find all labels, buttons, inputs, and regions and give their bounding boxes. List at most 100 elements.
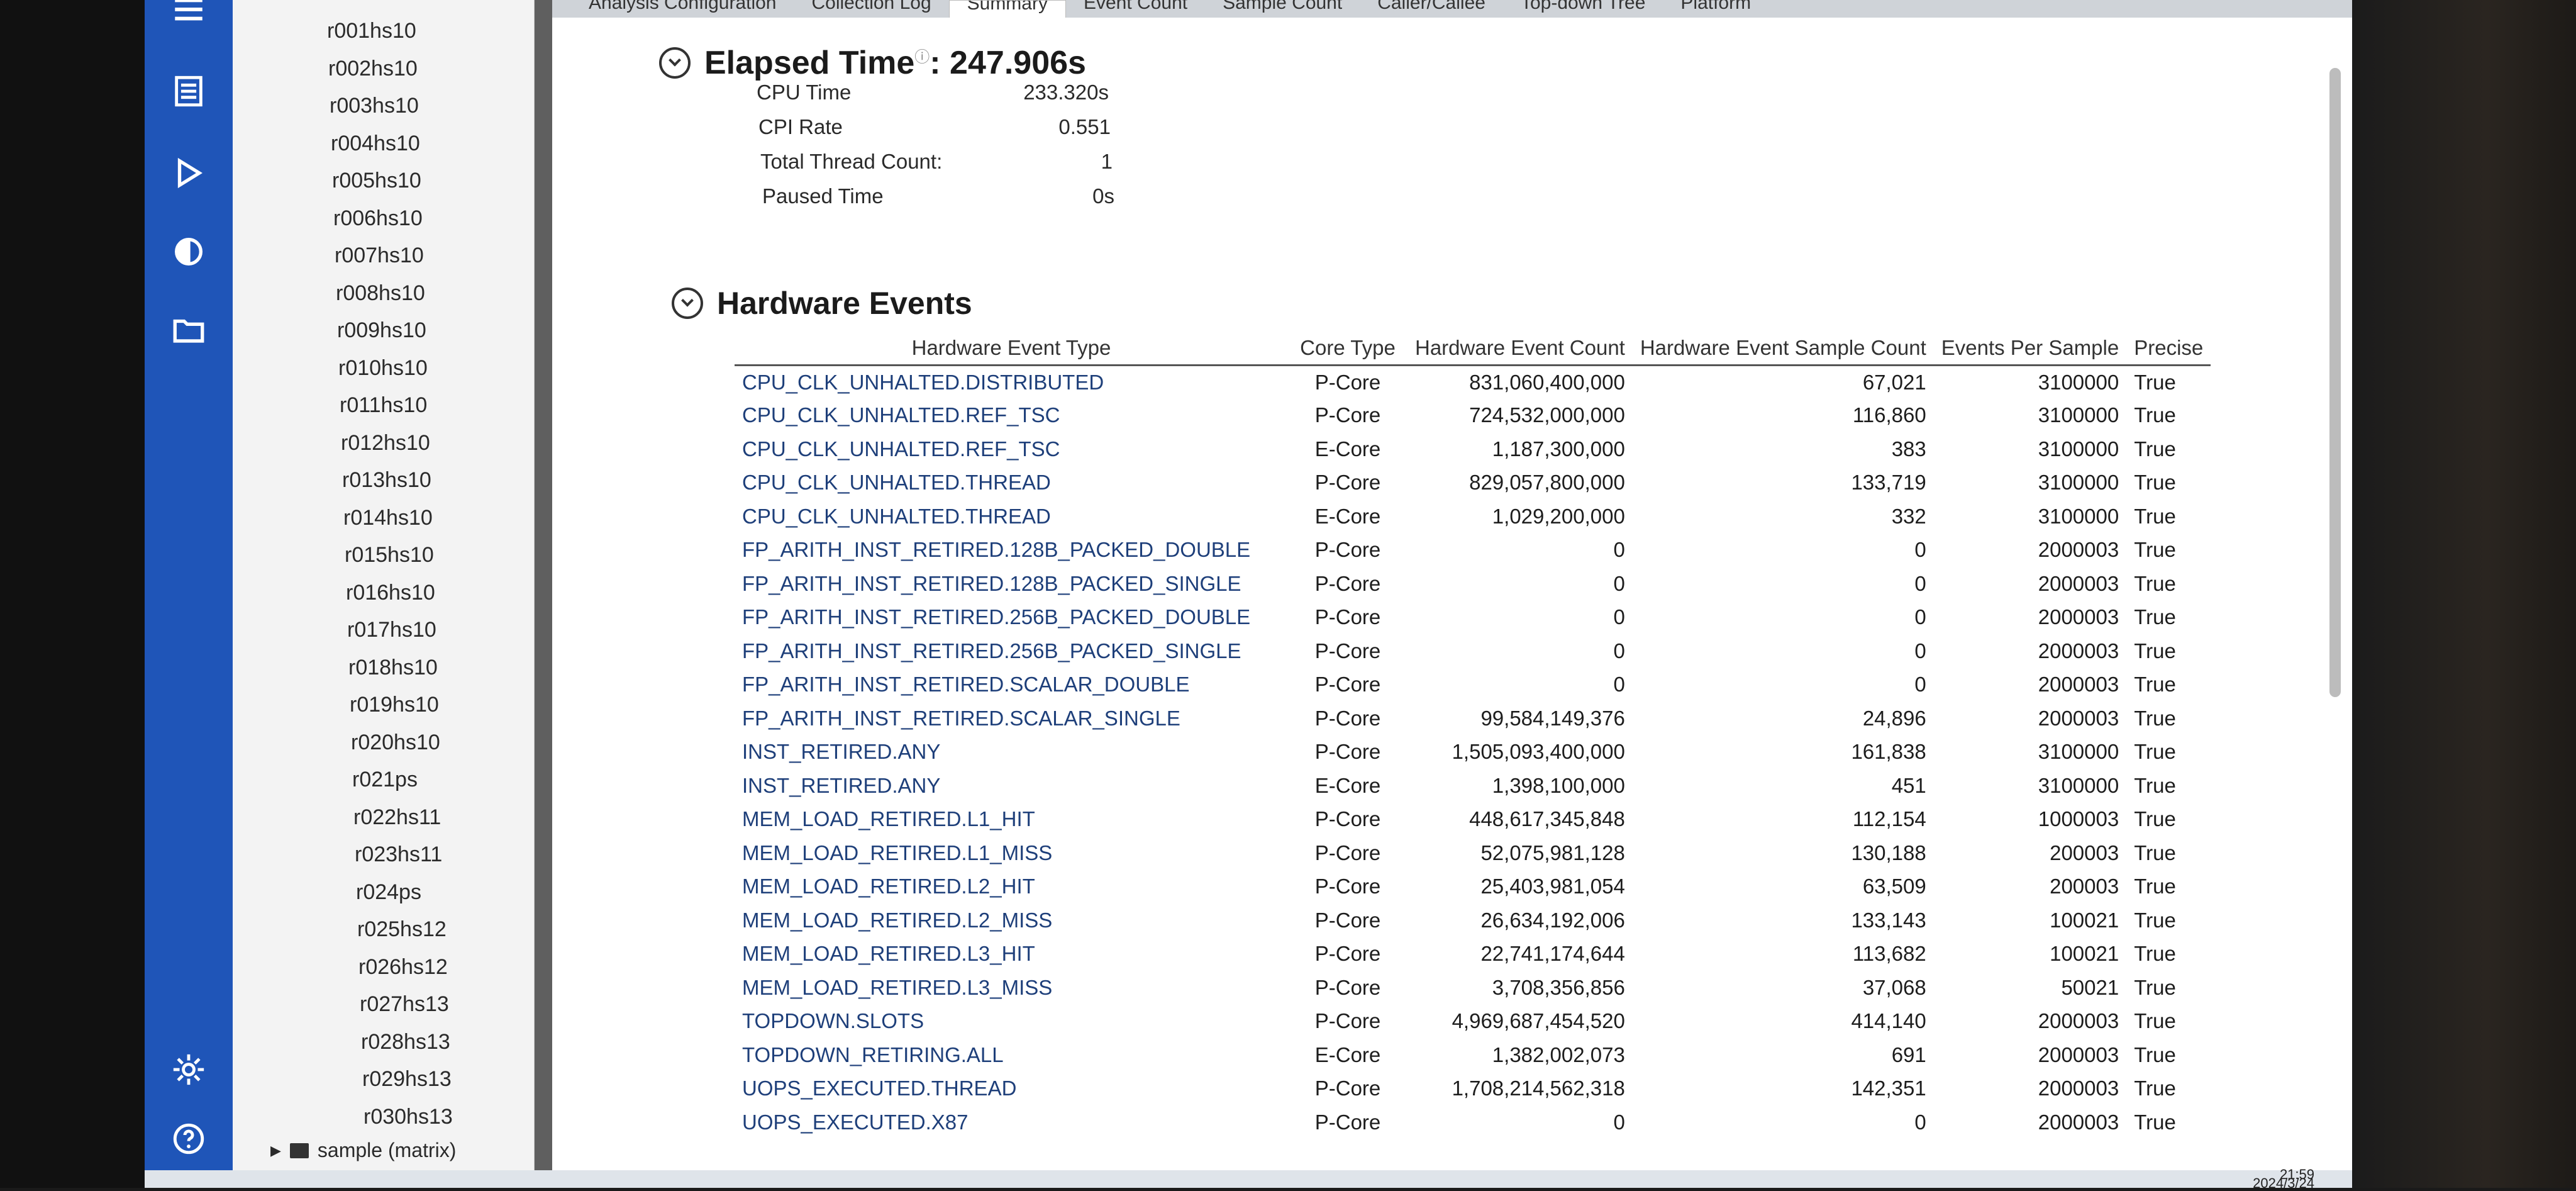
events-per-sample-cell: 200003 [2050, 841, 2119, 864]
tree-item[interactable]: r003hs10 [327, 87, 453, 125]
table-row[interactable]: MEM_LOAD_RETIRED.L3_MISS P-Core 3,708,356,… [735, 971, 2211, 1005]
tree-item[interactable]: r029hs13 [327, 1061, 453, 1099]
table-row[interactable]: FP_ARITH_INST_RETIRED.SCALAR_SINGLE P-Cor… [735, 702, 2211, 735]
table-row[interactable]: MEM_LOAD_RETIRED.L1_MISS P-Core 52,075,981… [735, 836, 2211, 870]
core-type-cell: P-Core [1314, 841, 1381, 864]
hardware-events-header[interactable]: Hardware Events [672, 285, 972, 322]
tree-item[interactable]: r019hs10 [327, 686, 453, 724]
monitor-bezel-left [0, 0, 145, 1188]
tree-item[interactable]: r005hs10 [327, 162, 453, 200]
tree-item[interactable]: r027hs13 [327, 986, 453, 1024]
open-result-folder-icon[interactable] [167, 308, 211, 352]
settings-gear-icon[interactable] [167, 1048, 211, 1092]
tree-item[interactable]: r007hs10 [327, 237, 453, 275]
pane-splitter[interactable] [535, 0, 552, 1170]
tree-item[interactable]: r008hs10 [327, 275, 453, 313]
tree-item[interactable]: r022hs11 [327, 799, 453, 837]
table-row[interactable]: UOPS_EXECUTED.THREAD P-Core 1,708,214,562,… [735, 1072, 2211, 1106]
run-analysis-icon[interactable] [167, 151, 211, 195]
tree-item[interactable]: r013hs10 [327, 462, 453, 500]
column-header[interactable]: Events Per Sample [1933, 332, 2127, 366]
collapse-icon[interactable] [672, 288, 703, 319]
tree-item[interactable]: r010hs10 [327, 350, 453, 388]
table-row[interactable]: CPU_CLK_UNHALTED.THREAD E-Core 1,029,200,0… [735, 500, 2211, 534]
tree-item[interactable]: r004hs10 [327, 125, 453, 163]
precise-cell: True [2134, 538, 2176, 562]
core-type-cell: P-Core [1314, 1110, 1381, 1134]
tree-item[interactable]: r002hs10 [327, 50, 453, 88]
table-row[interactable]: TOPDOWN_RETIRING.ALL E-Core 1,382,002,073 6… [735, 1038, 2211, 1072]
tree-item[interactable]: r028hs13 [327, 1024, 453, 1061]
tree-item[interactable]: r016hs10 [327, 574, 453, 612]
tab-sample-count[interactable]: Sample Count [1205, 0, 1360, 18]
tree-item[interactable]: r009hs10 [327, 312, 453, 350]
table-row[interactable]: CPU_CLK_UNHALTED.THREAD P-Core 829,057,800… [735, 466, 2211, 500]
elapsed-time-value: : 247.906s [930, 45, 1086, 81]
events-per-sample-cell: 1000003 [2038, 807, 2119, 831]
column-header[interactable]: Hardware Event Sample Count [1632, 332, 1934, 366]
tree-item[interactable]: r020hs10 [327, 724, 453, 762]
tab-top-down-tree[interactable]: Top-down Tree [1503, 0, 1663, 18]
tab-analysis-configuration[interactable]: Analysis Configuration [571, 0, 794, 18]
tree-item[interactable]: r026hs12 [327, 949, 453, 987]
table-row[interactable]: MEM_LOAD_RETIRED.L2_MISS P-Core 26,634,192… [735, 903, 2211, 937]
tree-item[interactable]: r014hs10 [327, 500, 453, 537]
info-icon[interactable]: ⓘ [914, 49, 930, 66]
column-header[interactable]: Core Type [1288, 332, 1407, 366]
collapse-icon[interactable] [659, 47, 691, 79]
table-row[interactable]: CPU_CLK_UNHALTED.DISTRIBUTED P-Core 831,06… [735, 365, 2211, 399]
table-row[interactable]: MEM_LOAD_RETIRED.L2_HIT P-Core 25,403,981,… [735, 870, 2211, 904]
sample-count-cell: 0 [1914, 639, 1926, 663]
tree-item[interactable]: r024ps [327, 874, 453, 912]
table-row[interactable]: FP_ARITH_INST_RETIRED.256B_PACKED_DOUBLE… [735, 601, 2211, 635]
tab-collection-log[interactable]: Collection Log [794, 0, 949, 18]
system-tray-clock[interactable]: 21:59 2024/3/24 [2253, 1168, 2314, 1190]
menu-icon[interactable] [167, 0, 211, 31]
table-row[interactable]: CPU_CLK_UNHALTED.REF_TSC E-Core 1,187,300,… [735, 432, 2211, 466]
table-row[interactable]: MEM_LOAD_RETIRED.L1_HIT P-Core 448,617,345… [735, 803, 2211, 837]
tree-item[interactable]: r018hs10 [327, 649, 453, 687]
expand-triangle-icon[interactable]: ▶ [270, 1143, 281, 1159]
column-header[interactable]: Hardware Event Count [1407, 332, 1633, 366]
tab-caller-callee[interactable]: Caller/Callee [1360, 0, 1503, 18]
tree-item[interactable]: r021ps [327, 761, 453, 799]
column-header[interactable]: Hardware Event Type [735, 332, 1288, 366]
tree-item[interactable]: r006hs10 [327, 200, 453, 238]
tab-summary[interactable]: Summary [948, 0, 1066, 18]
tree-item[interactable]: r030hs13 [327, 1099, 453, 1136]
table-row[interactable]: FP_ARITH_INST_RETIRED.128B_PACKED_SINGLE… [735, 567, 2211, 601]
sample-count-cell: 142,351 [1851, 1076, 1926, 1100]
vertical-scrollbar[interactable] [2329, 68, 2341, 697]
table-row[interactable]: UOPS_EXECUTED.X87 P-Core 0 0 2000003 True [735, 1105, 2211, 1139]
table-row[interactable]: INST_RETIRED.ANY P-Core 1,505,093,400,000 1… [735, 735, 2211, 769]
event-type-cell: FP_ARITH_INST_RETIRED.128B_PACKED_SINGLE [742, 571, 1241, 595]
tree-item[interactable]: r011hs10 [327, 387, 453, 425]
elapsed-time-header[interactable]: Elapsed Timeⓘ: 247.906s [659, 44, 1086, 82]
tree-item[interactable]: r017hs10 [327, 612, 453, 649]
help-icon[interactable] [167, 1117, 211, 1161]
project-navigator-icon[interactable] [167, 69, 211, 113]
tree-item[interactable]: r001hs10 [327, 13, 453, 50]
table-row[interactable]: INST_RETIRED.ANY E-Core 1,398,100,000 451 31… [735, 769, 2211, 803]
column-header[interactable]: Precise [2126, 332, 2211, 366]
event-count-cell: 52,075,981,128 [1480, 841, 1625, 864]
tab-event-count[interactable]: Event Count [1066, 0, 1205, 18]
event-count-cell: 1,029,200,000 [1492, 504, 1625, 528]
tree-item[interactable]: r012hs10 [327, 425, 453, 462]
table-row[interactable]: FP_ARITH_INST_RETIRED.SCALAR_DOUBLE P-Cor… [735, 668, 2211, 702]
monitor-bezel-right [2352, 0, 2576, 1188]
event-count-cell: 4,969,687,454,520 [1452, 1009, 1625, 1033]
tree-item[interactable]: r025hs12 [327, 911, 453, 949]
sample-folder[interactable]: ▶ sample (matrix) [270, 1139, 456, 1162]
core-type-cell: P-Core [1314, 908, 1381, 932]
table-row[interactable]: FP_ARITH_INST_RETIRED.128B_PACKED_DOUBLE… [735, 534, 2211, 568]
tree-item[interactable]: r015hs10 [327, 537, 453, 574]
tree-item[interactable]: r023hs11 [327, 836, 453, 874]
table-row[interactable]: FP_ARITH_INST_RETIRED.256B_PACKED_SINGLE… [735, 634, 2211, 668]
events-per-sample-cell: 3100000 [2038, 504, 2119, 528]
table-row[interactable]: MEM_LOAD_RETIRED.L3_HIT P-Core 22,741,174,… [735, 937, 2211, 971]
tab-platform[interactable]: Platform [1663, 0, 1768, 18]
table-row[interactable]: CPU_CLK_UNHALTED.REF_TSC P-Core 724,532,00… [735, 399, 2211, 433]
compare-icon[interactable] [167, 230, 211, 274]
table-row[interactable]: TOPDOWN.SLOTS P-Core 4,969,687,454,520 414,… [735, 1005, 2211, 1039]
